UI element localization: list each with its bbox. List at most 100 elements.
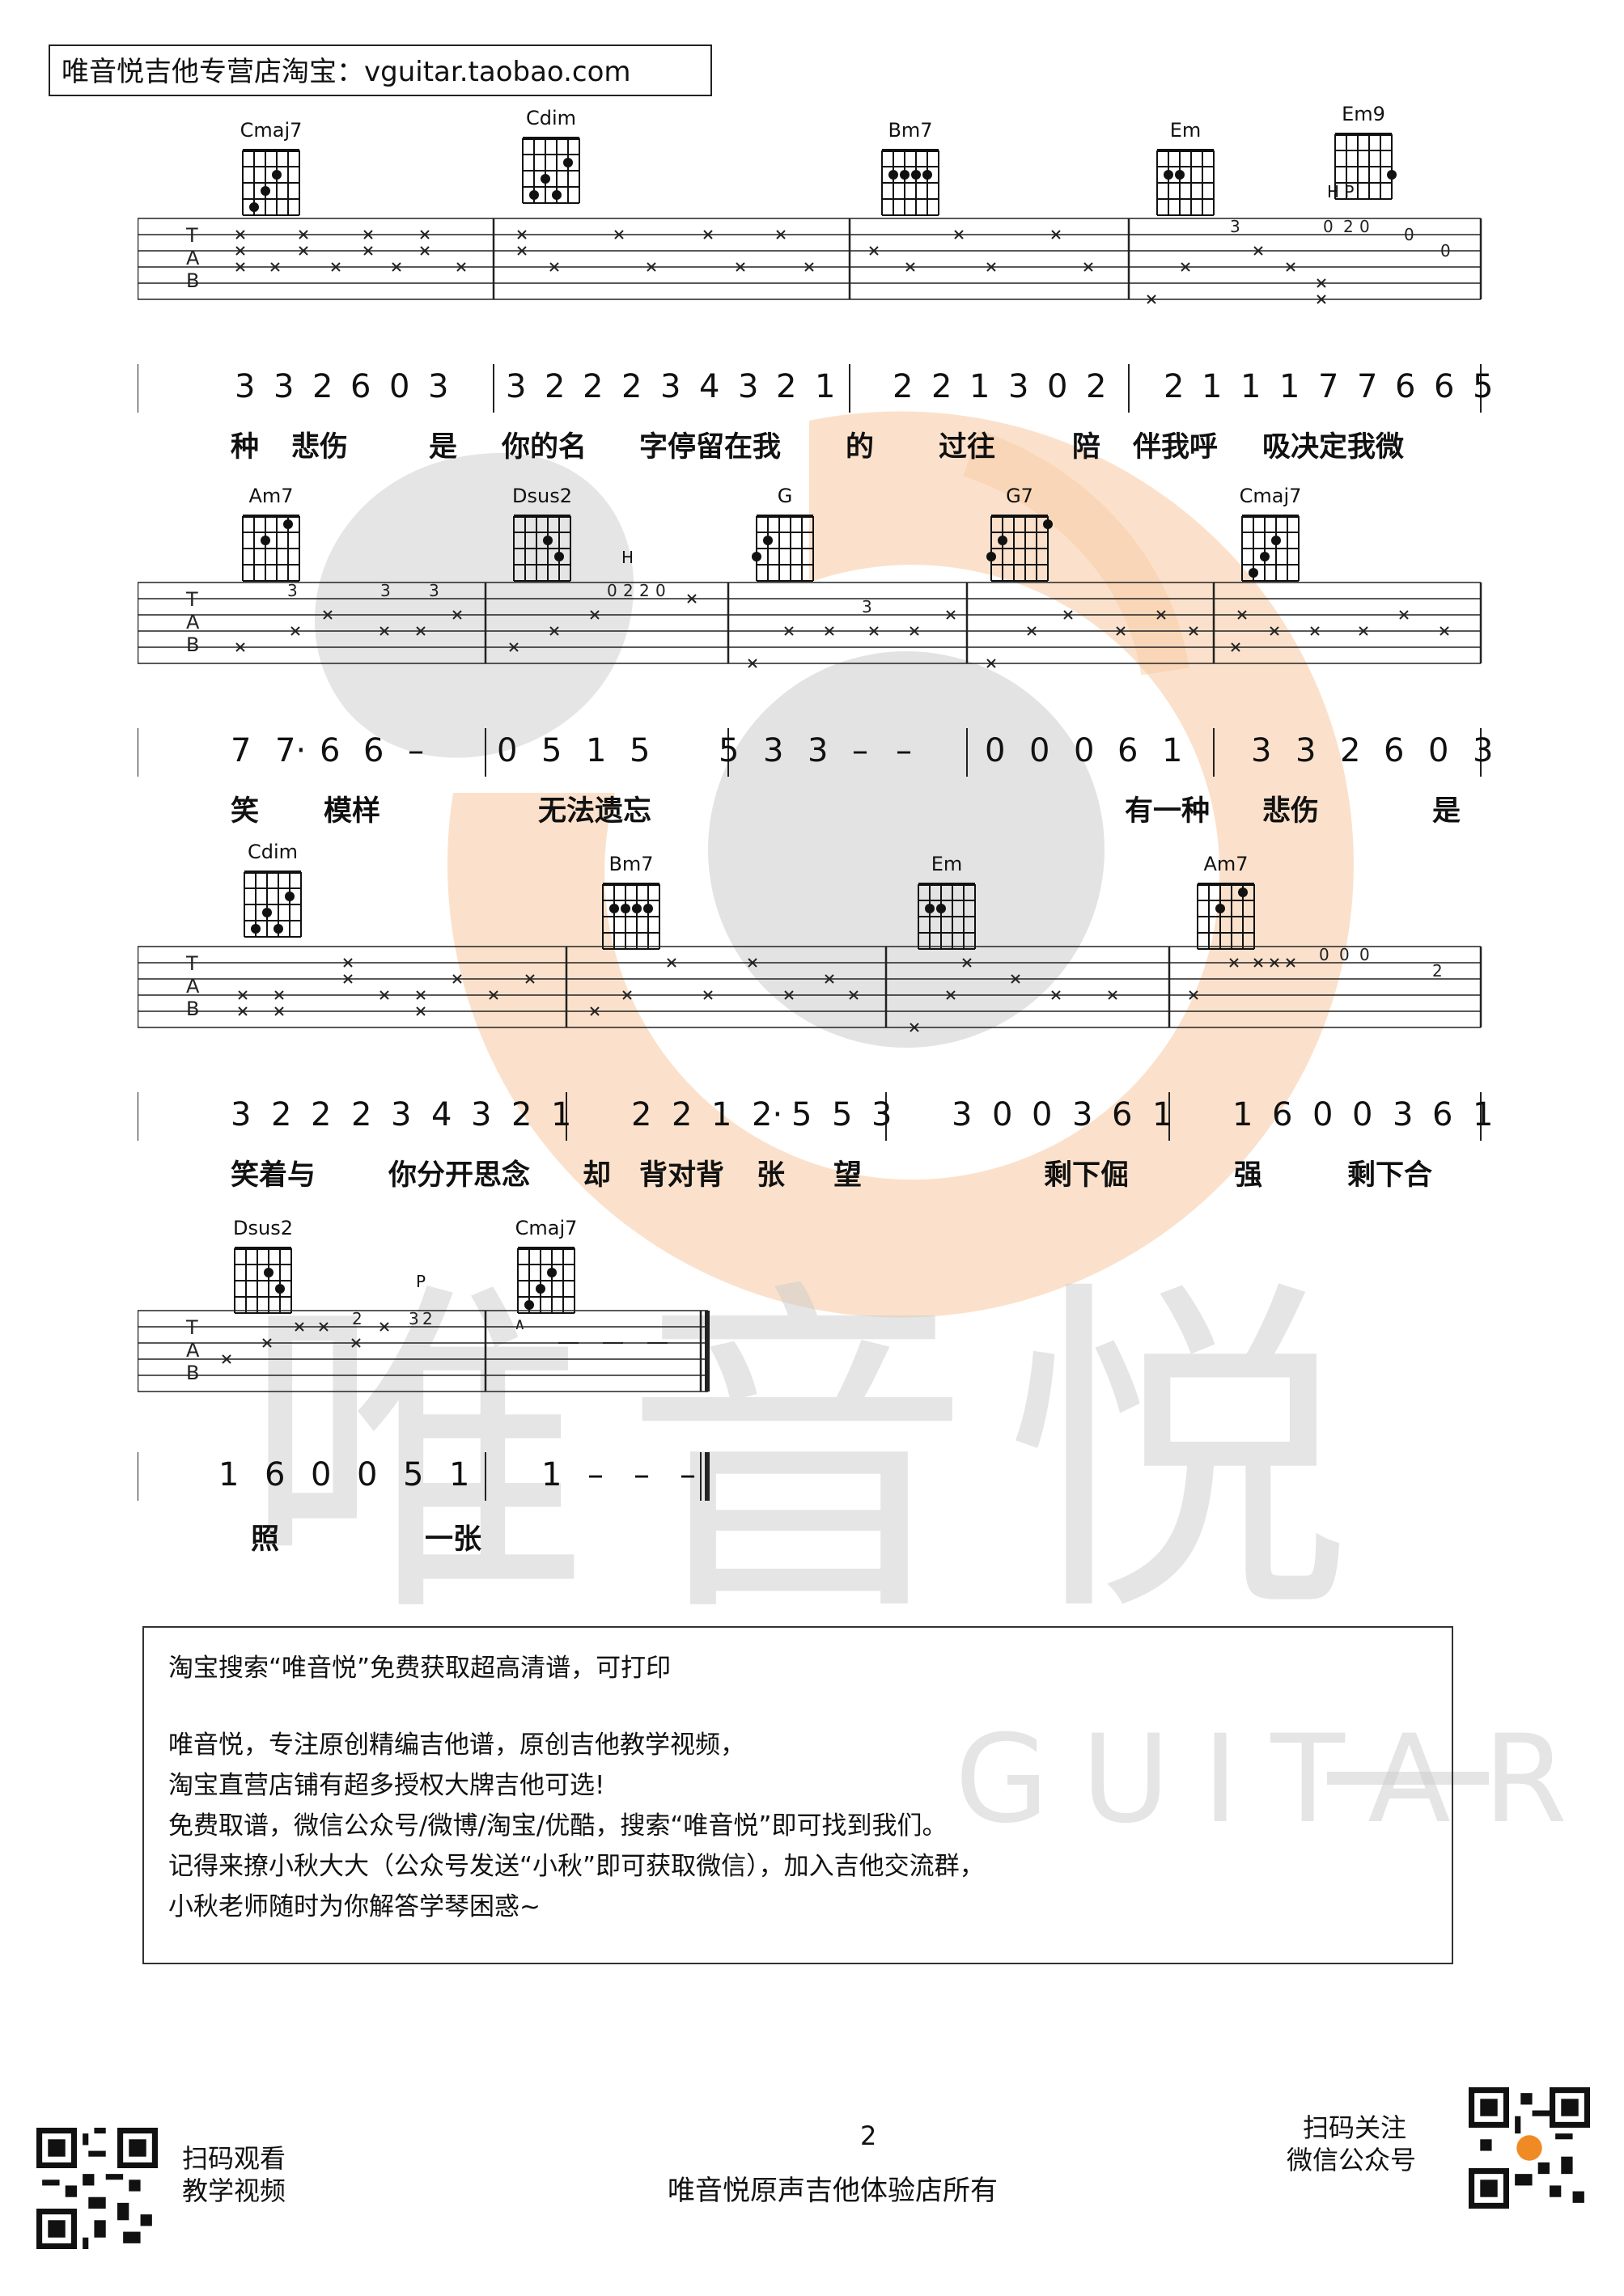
jianpu-note: 5 <box>541 732 562 769</box>
svg-text:2: 2 <box>422 1309 433 1328</box>
jianpu-note: 3 <box>1072 1096 1093 1133</box>
chord-name: Em9 <box>1342 103 1385 125</box>
jianpu-note: 0 <box>1047 368 1068 405</box>
jianpu-note: 2 <box>672 1096 693 1133</box>
chord-name: Em <box>1169 119 1202 142</box>
chord-name: Am7 <box>1203 853 1249 875</box>
jianpu-note: 1 <box>1162 732 1183 769</box>
jianpu-note: 0 <box>389 368 410 405</box>
chord-name: Em <box>931 853 963 875</box>
svg-text:0: 0 <box>1319 945 1329 964</box>
svg-text:T: T <box>185 224 198 247</box>
lyric: 背对背 <box>639 1159 725 1192</box>
chord-name: G <box>777 485 793 507</box>
jianpu-note: 2 <box>621 368 642 405</box>
technique-mark: H P <box>1327 182 1355 201</box>
jianpu-note: – <box>680 1456 696 1493</box>
svg-text:B: B <box>186 633 199 656</box>
svg-text:T: T <box>185 588 198 611</box>
svg-text:3: 3 <box>1230 217 1240 236</box>
jianpu-note: 1 <box>815 368 836 405</box>
promo-line: 小秋老师随时为你解答学琴困惑~ <box>168 1892 541 1921</box>
jianpu-note: – <box>852 732 868 769</box>
technique-mark: P <box>416 1272 426 1291</box>
jianpu-note: 3 <box>235 368 256 405</box>
chord-name: Bm7 <box>888 119 933 142</box>
chord-name: Dsus2 <box>512 485 572 507</box>
svg-text:0: 0 <box>1440 241 1451 261</box>
lyric: 悲伤 <box>1262 795 1320 828</box>
svg-text:B: B <box>186 269 199 292</box>
page-number: 2 <box>860 2120 877 2151</box>
jianpu-note: 4 <box>431 1096 452 1133</box>
jianpu-note: 0 <box>357 1456 378 1493</box>
svg-text:A: A <box>186 247 200 269</box>
tab-staff: TAB 0 0 02 <box>138 945 1482 1032</box>
shop-header: 唯音悦吉他专营店淘宝：vguitar.taobao.com <box>49 44 712 96</box>
lyric: 剩下倔 <box>1044 1159 1130 1192</box>
jianpu-note: 6 <box>320 732 341 769</box>
jianpu-note: 2 <box>776 368 797 405</box>
jianpu-note: 3 <box>231 1096 252 1133</box>
chord-name: Bm7 <box>608 853 654 875</box>
qr-code-wechat[interactable] <box>1469 2087 1590 2209</box>
jianpu-note: 4 <box>699 368 720 405</box>
jianpu-note: – <box>634 1456 650 1493</box>
jianpu-note: 1 <box>449 1456 470 1493</box>
jianpu-note: 3 <box>871 1096 893 1133</box>
jianpu-note: 2 <box>311 1096 332 1133</box>
svg-text:3: 3 <box>429 581 439 600</box>
jianpu-note: 7· <box>275 732 307 769</box>
chord-name: Cdim <box>247 841 299 863</box>
jianpu-note: 2 <box>545 368 566 405</box>
jianpu-note: 1 <box>1279 368 1300 405</box>
svg-text:0: 0 <box>1359 945 1370 964</box>
jianpu-note: 3 <box>273 368 295 405</box>
jianpu-note: 3 <box>1473 732 1494 769</box>
svg-text:B: B <box>186 1362 199 1384</box>
tab-staff: TAB 2 3 2 ∧ <box>138 1309 710 1392</box>
svg-text:0: 0 <box>655 581 666 600</box>
jianpu-note: 2 <box>271 1096 292 1133</box>
jianpu-note: 5 <box>719 732 740 769</box>
jianpu-note: 6 <box>265 1456 286 1493</box>
jianpu-note: 1 <box>711 1096 732 1133</box>
svg-text:3: 3 <box>287 581 298 600</box>
qr-code-video[interactable] <box>36 2128 158 2249</box>
promo-line: 淘宝直营店铺有超多授权大牌吉他可选! <box>168 1771 605 1800</box>
svg-text:2: 2 <box>623 581 634 600</box>
jianpu-note: 2 <box>631 1096 652 1133</box>
jianpu-note: 1 <box>1152 1096 1173 1133</box>
chord-name: Cmaj7 <box>240 119 303 142</box>
jianpu-note: 7 <box>231 732 252 769</box>
lyric: 却 <box>583 1159 612 1192</box>
svg-text:A: A <box>186 611 200 633</box>
lyric: 有一种 <box>1125 795 1211 828</box>
lyric: 笑 <box>231 795 260 828</box>
jianpu-note: 6 <box>1272 1096 1293 1133</box>
tab-staff: TAB 3 0 2 0 00 <box>138 217 1482 304</box>
svg-text:B: B <box>186 998 199 1020</box>
jianpu-note: 3 <box>1251 732 1272 769</box>
lyric: 强 <box>1234 1159 1263 1192</box>
svg-text:0: 0 <box>1339 945 1350 964</box>
jianpu-note: 2 <box>312 368 333 405</box>
jianpu-note: 3 <box>763 732 784 769</box>
lyric: 你的名 <box>502 431 587 464</box>
lyric: 一张 <box>425 1523 482 1556</box>
jianpu-note: 2 <box>1086 368 1107 405</box>
jianpu-note: 1 <box>1473 1096 1494 1133</box>
svg-text:A: A <box>186 1339 200 1362</box>
jianpu-note: 0 <box>992 1096 1013 1133</box>
svg-text:T: T <box>185 1316 198 1339</box>
jianpu-note: – <box>896 732 912 769</box>
jianpu-note: 6 <box>1395 368 1416 405</box>
lyric: 种 <box>231 431 260 464</box>
lyric: 笑着与 <box>231 1159 316 1192</box>
jianpu-note: 3 <box>738 368 759 405</box>
svg-text:2: 2 <box>352 1309 363 1328</box>
jianpu-note: 3 <box>471 1096 492 1133</box>
chord-name: Cmaj7 <box>515 1217 578 1239</box>
lyric: 剩下合 <box>1347 1159 1433 1192</box>
svg-text:2: 2 <box>639 581 650 600</box>
